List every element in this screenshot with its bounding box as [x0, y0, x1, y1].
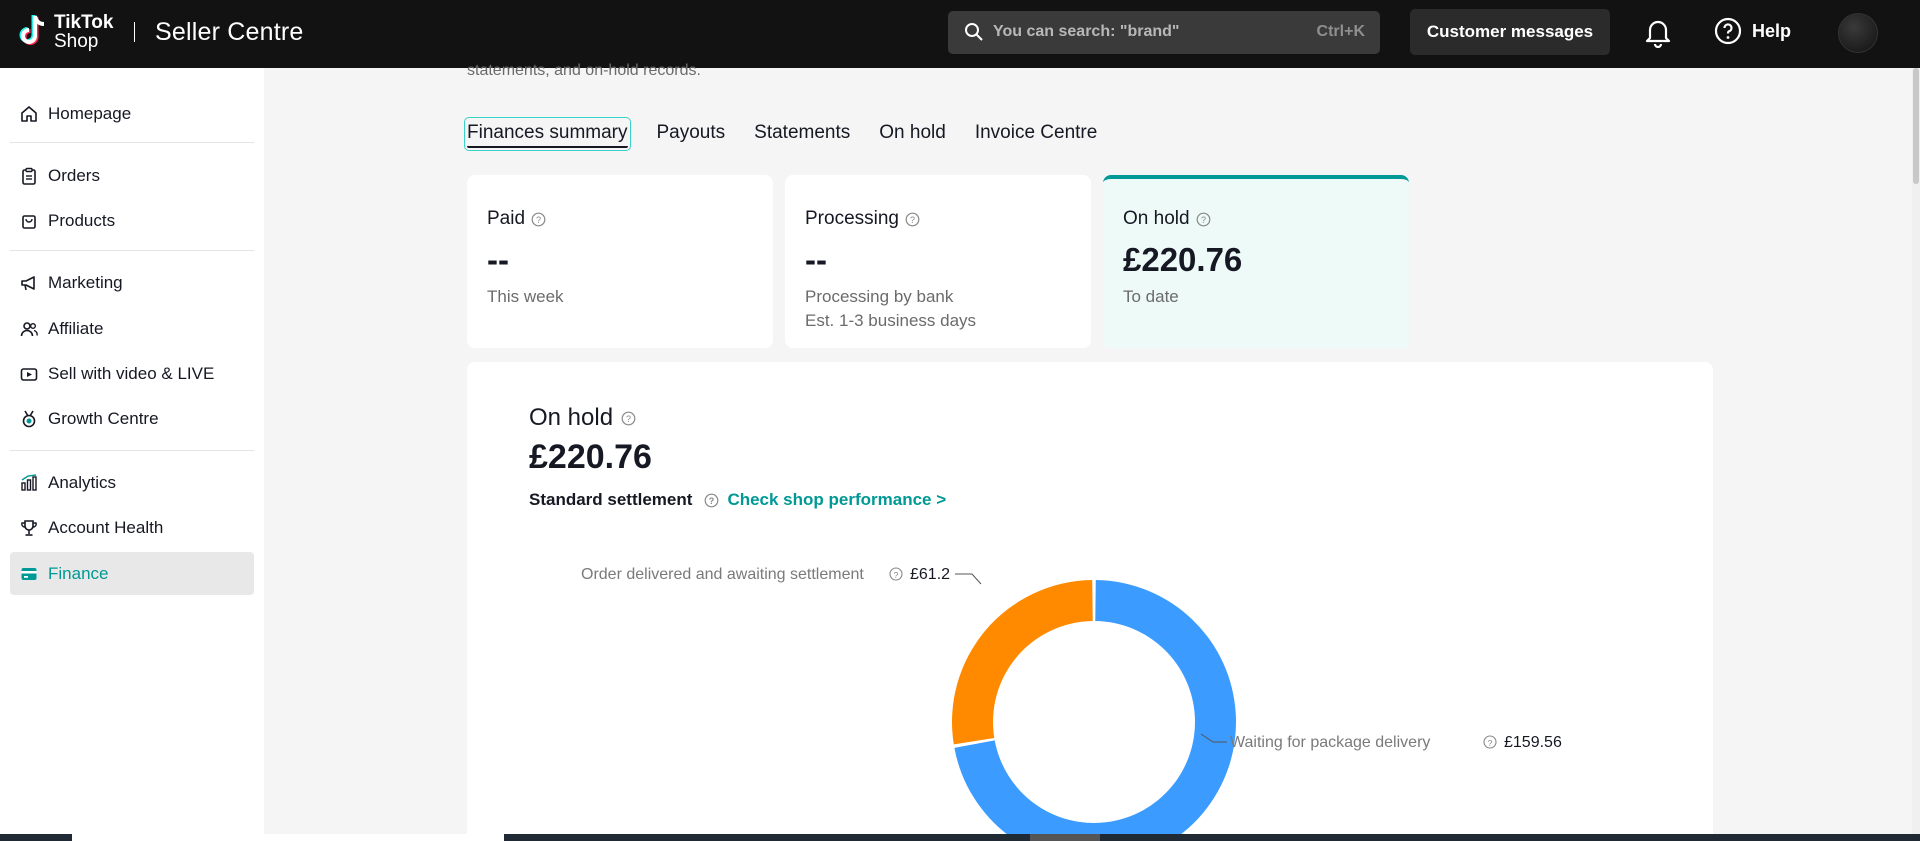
- card-value: £220.76: [1123, 241, 1243, 278]
- sidebar-item-label: Marketing: [48, 272, 123, 292]
- help-icon: [1714, 17, 1742, 45]
- legend-value-awaiting-settlement: £61.2: [910, 566, 950, 583]
- bag-icon: [22, 214, 36, 229]
- tiktok-shop-logo[interactable]: TikTok Shop: [18, 12, 113, 52]
- card-subtext-line: Processing by bank: [805, 287, 954, 306]
- sidebar-item-affiliate[interactable]: Affiliate: [10, 307, 254, 350]
- svg-text:?: ?: [1488, 738, 1493, 748]
- sidebar: Homepage Orders Products Marketing Affil…: [0, 68, 264, 841]
- leader-line: [955, 573, 982, 585]
- donut-slice-0[interactable]: [952, 580, 1093, 745]
- card-value: --: [487, 241, 509, 278]
- card-title: Processing: [805, 208, 899, 229]
- home-icon: [21, 105, 37, 122]
- help-label: Help: [1752, 20, 1792, 41]
- sidebar-item-account-health[interactable]: Account Health: [10, 506, 254, 549]
- search-placeholder: You can search: "brand": [993, 23, 1180, 40]
- on-hold-donut-chart: Order delivered and awaiting settlement …: [581, 566, 1562, 841]
- scrollbar-thumb[interactable]: [1913, 68, 1919, 184]
- processing-card[interactable]: Processing ? -- Processing by bank Est. …: [785, 175, 1091, 348]
- sidebar-divider: [10, 450, 254, 451]
- customer-messages-button[interactable]: Customer messages: [1410, 9, 1610, 55]
- card-title: On hold: [1123, 208, 1190, 229]
- tab-on-hold[interactable]: On hold: [879, 120, 946, 148]
- on-hold-panel: On hold ? £220.76 Standard settlement ? …: [467, 362, 1713, 841]
- sidebar-item-label: Sell with video & LIVE: [48, 363, 215, 383]
- bell-icon[interactable]: [1644, 18, 1672, 48]
- sidebar-item-orders[interactable]: Orders: [10, 154, 254, 197]
- search-icon: [965, 23, 983, 41]
- card-title: Paid: [487, 208, 526, 229]
- tiktok-logo-icon: [18, 12, 50, 52]
- logo-divider: [134, 22, 135, 42]
- sidebar-item-label: Analytics: [48, 472, 117, 492]
- card-subtext: Processing by bank Est. 1-3 business day…: [805, 285, 976, 333]
- search-input[interactable]: You can search: "brand" Ctrl+K: [948, 11, 1380, 54]
- wallet-icon: [21, 567, 37, 580]
- taskbar-item[interactable]: [72, 834, 504, 841]
- svg-text:?: ?: [536, 215, 541, 225]
- medal-icon: [22, 410, 36, 427]
- os-taskbar: [0, 834, 1920, 841]
- logo-line2: Shop: [54, 31, 99, 52]
- svg-text:?: ?: [1201, 215, 1206, 225]
- info-icon[interactable]: ?: [1196, 212, 1211, 227]
- clipboard-icon: [22, 167, 36, 185]
- page-scrollbar[interactable]: [1912, 68, 1920, 841]
- info-icon[interactable]: ?: [531, 212, 546, 227]
- taskbar-item[interactable]: [1030, 834, 1100, 841]
- svg-text:?: ?: [894, 570, 899, 580]
- main-content: statements, and on-hold records. Finance…: [264, 62, 1920, 841]
- sidebar-divider: [10, 142, 254, 143]
- finance-tabs: Finances summary Payouts Statements On h…: [464, 117, 1126, 151]
- bar-chart-icon: [21, 473, 37, 491]
- megaphone-icon: [21, 275, 35, 290]
- sidebar-item-label: Growth Centre: [48, 408, 159, 428]
- card-subtext-line: To date: [1123, 287, 1179, 306]
- sidebar-item-sell-with-video-live[interactable]: Sell with video & LIVE: [10, 352, 254, 395]
- tab-invoice-centre[interactable]: Invoice Centre: [975, 120, 1098, 148]
- top-bar: TikTok Shop Seller Centre You can search…: [0, 0, 1920, 68]
- search-shortcut: Ctrl+K: [1316, 23, 1365, 40]
- people-icon: [20, 321, 38, 336]
- card-subtext: To date: [1123, 285, 1179, 309]
- sidebar-item-finance[interactable]: Finance: [10, 552, 254, 595]
- tab-payouts[interactable]: Payouts: [657, 120, 726, 148]
- sidebar-item-label: Products: [48, 210, 116, 230]
- tab-statements[interactable]: Statements: [754, 120, 850, 148]
- card-value: --: [805, 241, 827, 278]
- video-icon: [20, 367, 38, 381]
- help-button[interactable]: Help: [1714, 17, 1791, 45]
- page-description: statements, and on-hold records.: [467, 62, 701, 79]
- svg-text:?: ?: [910, 215, 915, 225]
- sidebar-item-label: Finance: [48, 563, 109, 583]
- card-subtext: This week: [487, 285, 564, 309]
- sidebar-item-label: Account Health: [48, 517, 164, 537]
- card-subtext-line: Est. 1-3 business days: [805, 311, 977, 330]
- legend-value-waiting-delivery: £159.56: [1504, 734, 1562, 751]
- card-subtext-line: This week: [487, 287, 564, 306]
- sidebar-item-products[interactable]: Products: [10, 199, 254, 242]
- sidebar-item-label: Homepage: [48, 103, 132, 123]
- sidebar-item-homepage[interactable]: Homepage: [10, 92, 254, 135]
- on-hold-card[interactable]: On hold ? £220.76 To date: [1103, 175, 1409, 348]
- sidebar-item-growth-centre[interactable]: Growth Centre: [10, 397, 254, 440]
- tab-finances-summary[interactable]: Finances summary: [464, 117, 631, 151]
- info-icon[interactable]: ?: [889, 567, 903, 581]
- info-icon[interactable]: ?: [905, 212, 920, 227]
- paid-card[interactable]: Paid ? -- This week: [467, 175, 773, 348]
- legend-label-waiting-delivery: Waiting for package delivery: [1230, 734, 1430, 751]
- sidebar-item-label: Orders: [48, 165, 100, 185]
- sidebar-item-marketing[interactable]: Marketing: [10, 261, 254, 304]
- info-icon[interactable]: ?: [1483, 735, 1497, 749]
- sidebar-item-analytics[interactable]: Analytics: [10, 461, 254, 504]
- logo-line1: TikTok: [54, 12, 114, 33]
- trophy-icon: [21, 519, 37, 536]
- sidebar-item-label: Affiliate: [48, 318, 104, 338]
- avatar[interactable]: [1838, 13, 1878, 53]
- sidebar-divider: [10, 250, 254, 251]
- app-title: Seller Centre: [155, 18, 304, 46]
- legend-label-awaiting-settlement: Order delivered and awaiting settlement: [581, 566, 864, 583]
